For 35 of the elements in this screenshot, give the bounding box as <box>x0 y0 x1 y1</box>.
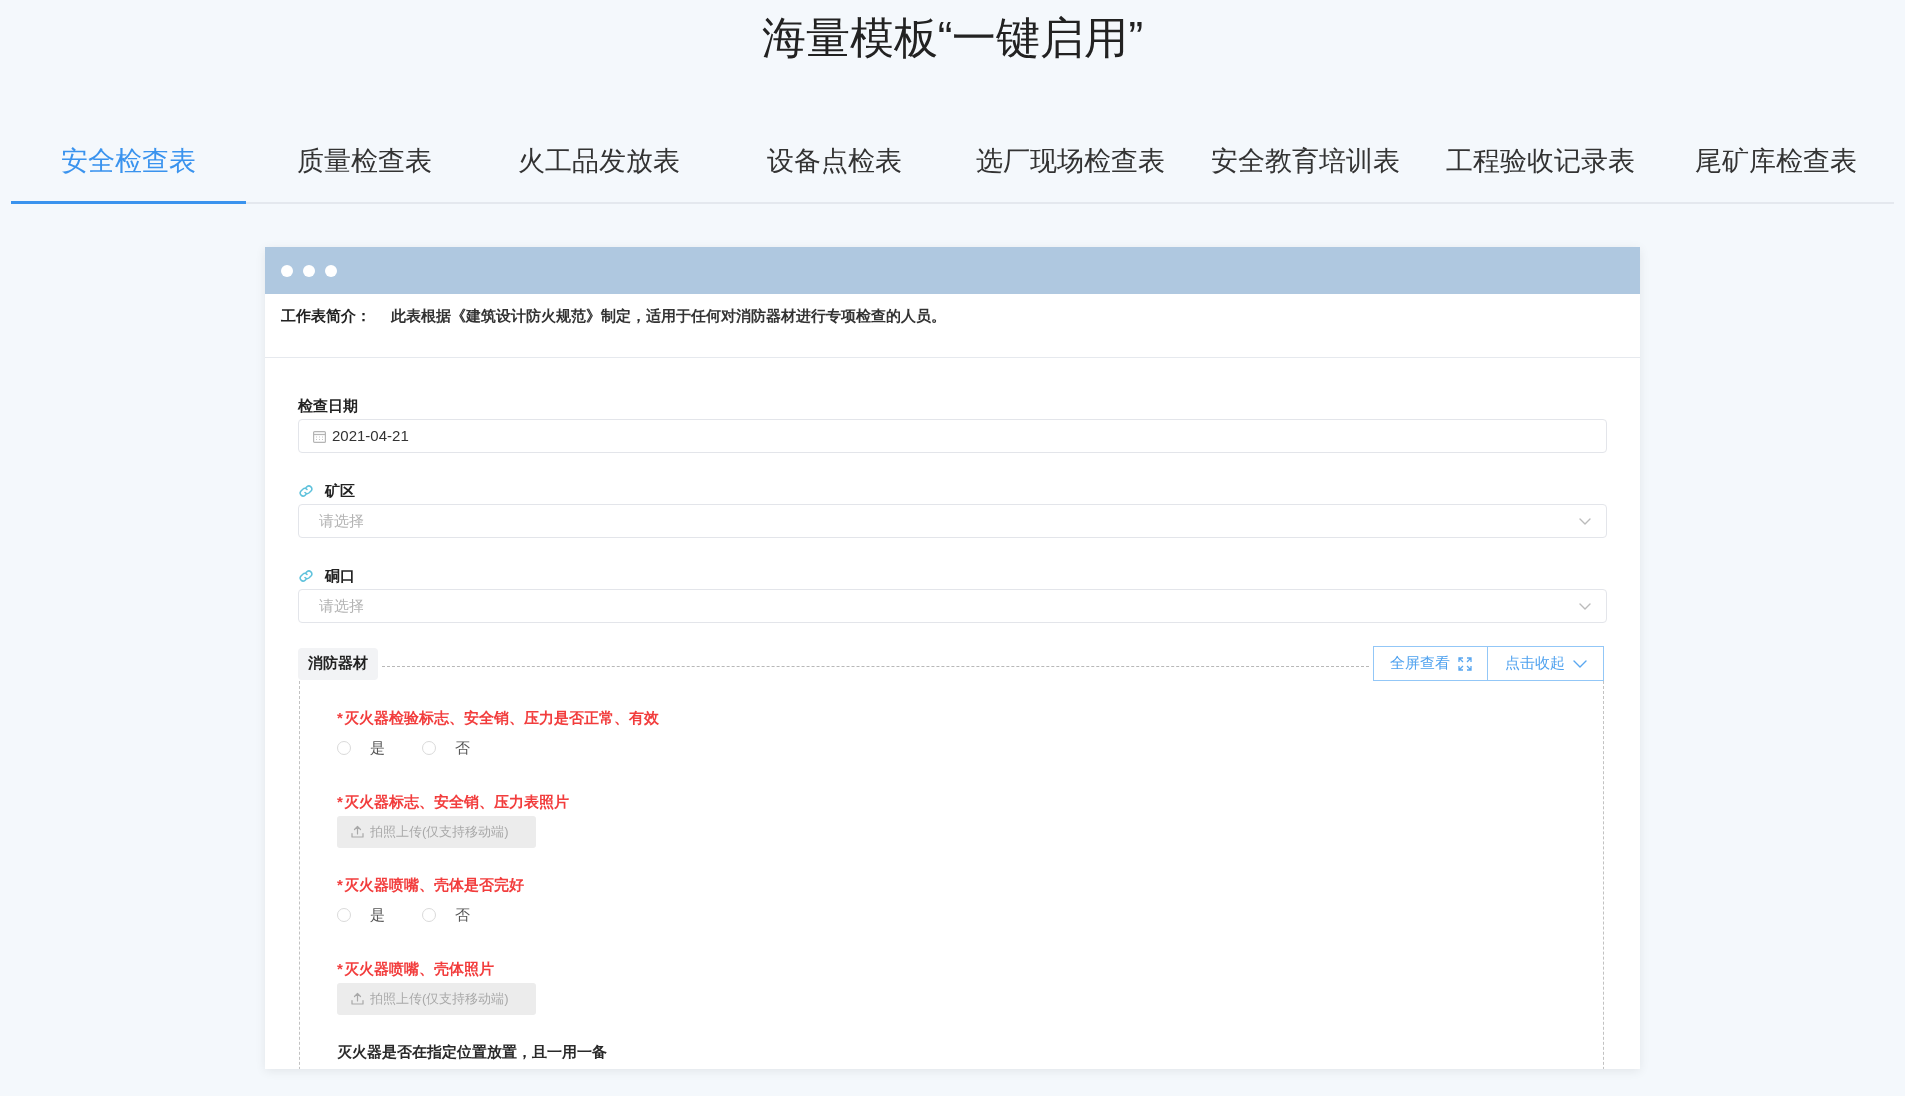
radio-button[interactable] <box>422 908 436 922</box>
chevron-icon <box>1579 602 1591 610</box>
section-title: 消防器材 <box>298 647 378 680</box>
tab[interactable]: 设备点检表 <box>717 120 953 204</box>
page-title: 海量模板“一键启用” <box>761 12 1144 64</box>
radio-label[interactable]: 是 <box>370 903 385 927</box>
calendar-icon <box>313 429 326 443</box>
question-label: *灭火器标志、安全销、压力表照片 <box>337 791 569 812</box>
chevron-icon <box>1579 517 1591 525</box>
radio-label[interactable]: 是 <box>370 736 385 760</box>
intro-text: 此表根据《建筑设计防火规范》制定，适用于任何对消防器材进行专项检查的人员。 <box>391 306 946 326</box>
field-label: 矿区 <box>325 480 355 501</box>
radio-label[interactable]: 否 <box>455 903 470 927</box>
question-label: 灭火器是否在指定位置放置，且一用一备 <box>337 1042 607 1062</box>
upload-icon <box>351 992 364 1005</box>
tab[interactable]: 工程验收记录表 <box>1423 120 1659 204</box>
tab[interactable]: 安全教育培训表 <box>1187 120 1424 204</box>
intro-label: 工作表简介： <box>281 306 371 326</box>
radio-button[interactable] <box>422 741 436 755</box>
radio-label[interactable]: 否 <box>455 736 470 760</box>
chevron-icon <box>1572 659 1587 668</box>
tab[interactable]: 质量检查表 <box>246 120 482 204</box>
radio-button[interactable] <box>337 741 351 755</box>
field-label: 硐口 <box>325 565 355 586</box>
date-field[interactable]: 2021-04-21 <box>298 419 1607 453</box>
expand-icon <box>1457 656 1472 671</box>
question-label: *灭火器喷嘴、壳体是否完好 <box>337 875 524 895</box>
tab[interactable]: 选厂现场检查表 <box>952 120 1188 204</box>
upload-icon <box>351 825 364 838</box>
question-label: *灭火器喷嘴、壳体照片 <box>337 958 494 979</box>
field-label: 检查日期 <box>298 395 358 416</box>
radio-button[interactable] <box>337 908 351 922</box>
tab[interactable]: 火工品发放表 <box>481 120 718 204</box>
tab[interactable]: 尾矿库检查表 <box>1658 120 1894 204</box>
question-label: *灭火器检验标志、安全销、压力是否正常、有效 <box>337 708 659 728</box>
